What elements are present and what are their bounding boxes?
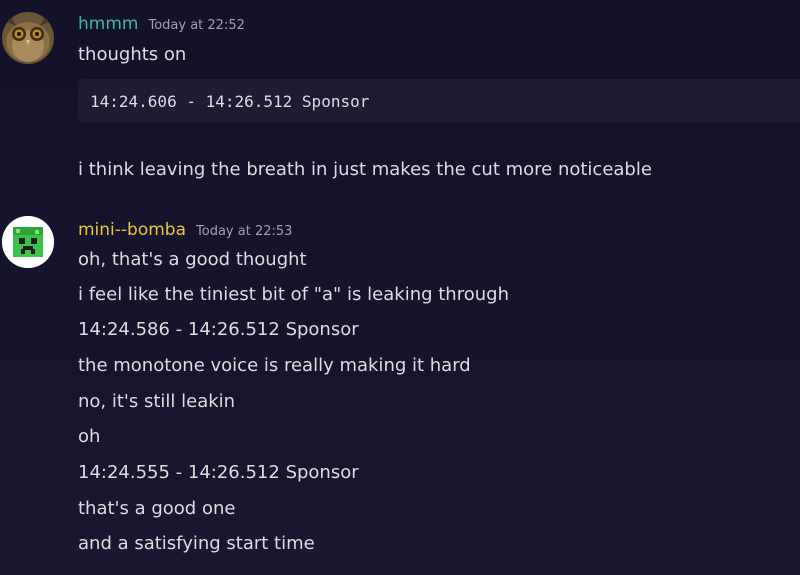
message-text: oh xyxy=(78,426,101,447)
username[interactable]: mini--bomba xyxy=(78,220,186,240)
message-text: thoughts on xyxy=(78,44,187,65)
code-text: 14:24.606 - 14:26.512 Sponsor xyxy=(90,91,370,111)
timestamp: Today at 22:53 xyxy=(196,224,293,239)
message-header: mini--bomba Today at 22:53 xyxy=(78,220,292,240)
message-text: the monotone voice is really making it h… xyxy=(78,355,471,376)
message-header: hmmm Today at 22:52 xyxy=(78,14,245,34)
message-text: 14:24.586 - 14:26.512 Sponsor xyxy=(78,319,359,340)
message-text: oh, that's a good thought xyxy=(78,249,307,270)
code-block: 14:24.606 - 14:26.512 Sponsor xyxy=(78,79,800,123)
message-text: and a satisfying start time xyxy=(78,533,315,554)
message-text: 14:24.555 - 14:26.512 Sponsor xyxy=(78,462,359,483)
message-text: i think leaving the breath in just makes… xyxy=(78,159,652,180)
green-block-avatar[interactable] xyxy=(2,216,54,268)
owl-avatar[interactable] xyxy=(2,12,54,64)
timestamp: Today at 22:52 xyxy=(148,18,245,33)
message-text: no, it's still leakin xyxy=(78,391,236,412)
username[interactable]: hmmm xyxy=(78,14,138,34)
message-text: that's a good one xyxy=(78,498,236,519)
message-text: i feel like the tiniest bit of "a" is le… xyxy=(78,284,509,305)
